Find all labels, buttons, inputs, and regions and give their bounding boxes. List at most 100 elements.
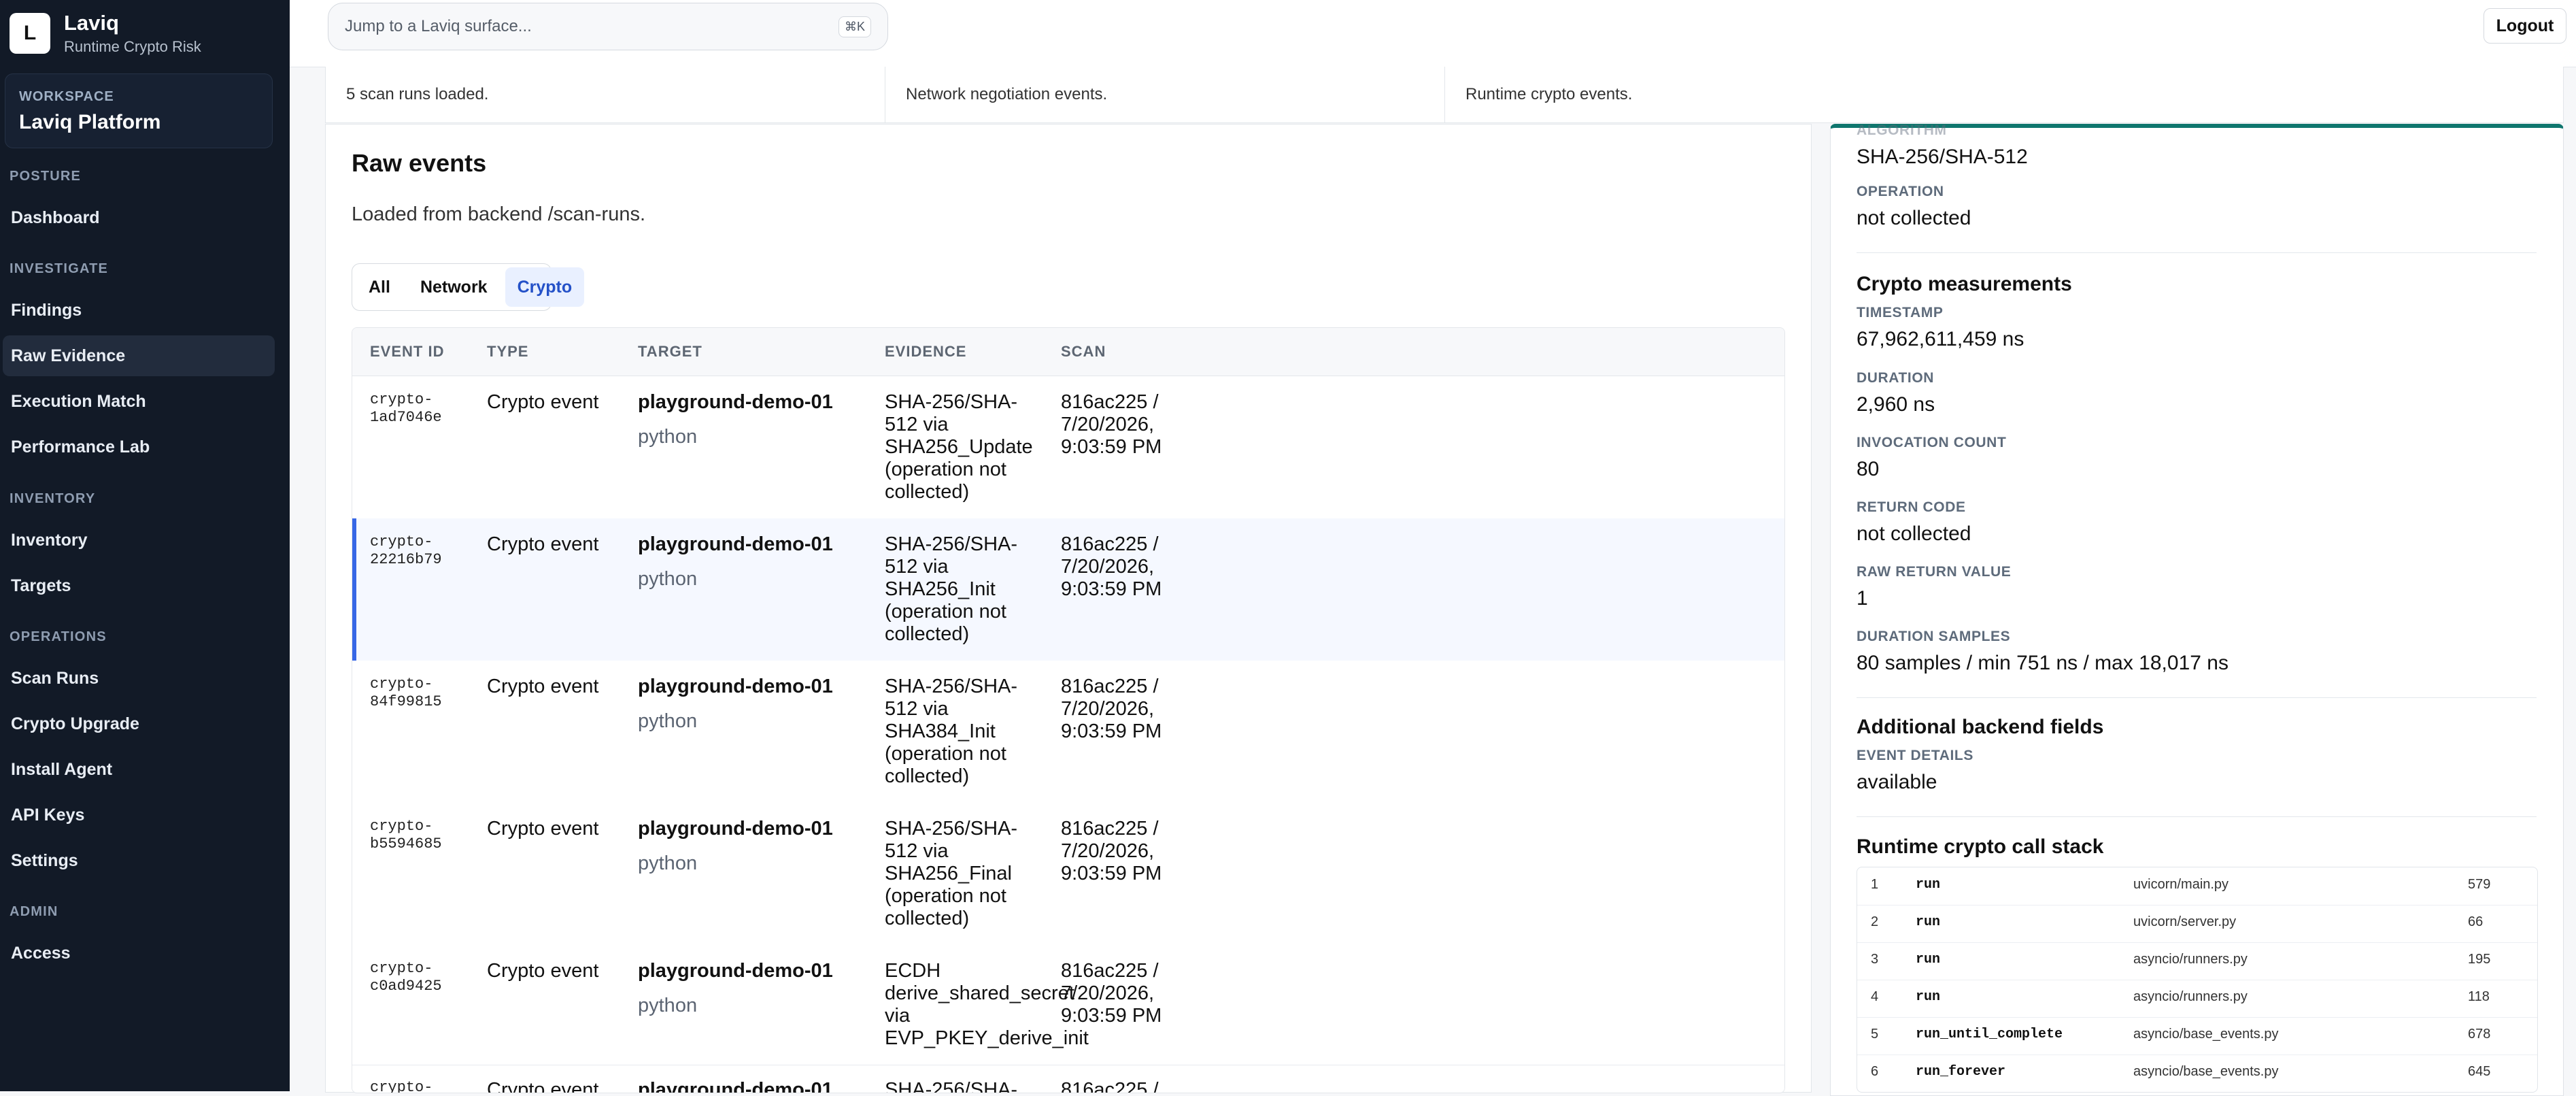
frame-index: 3 xyxy=(1871,952,1879,967)
event-type: Crypto event xyxy=(487,676,599,697)
stack-frame[interactable]: 6 run_forever asyncio/base_events.py 645 xyxy=(1857,1055,2537,1092)
sidebar-item-crypto-upgrade[interactable]: Crypto Upgrade xyxy=(3,703,275,744)
shortcut-badge: ⌘K xyxy=(838,16,871,37)
target-name: playground-demo-01 xyxy=(638,533,833,555)
table-row[interactable]: crypto- 22216b79 Crypto event playground… xyxy=(352,518,1784,661)
duration-samples-value: 80 samples / min 751 ns / max 18,017 ns xyxy=(1857,652,2228,674)
sidebar-item-install-agent[interactable]: Install Agent xyxy=(3,749,275,790)
call-stack-title: Runtime crypto call stack xyxy=(1857,835,2104,858)
duration-samples-label: DURATION SAMPLES xyxy=(1857,629,2011,644)
brand-subtitle: Runtime Crypto Risk xyxy=(64,38,201,55)
frame-function: run xyxy=(1916,914,1941,930)
search-placeholder: Jump to a Laviq surface... xyxy=(345,17,532,35)
col-type: TYPE xyxy=(487,343,529,360)
call-stack-table: 1 run uvicorn/main.py 579 2 run uvicorn/… xyxy=(1857,867,2538,1093)
app: L Laviq Runtime Crypto Risk WORKSPACE La… xyxy=(0,0,2576,1096)
table-row[interactable]: crypto- 1ad7046e Crypto event playground… xyxy=(352,376,1784,519)
event-type: Crypto event xyxy=(487,391,599,413)
table-row[interactable]: crypto- c0ad9425 Crypto event playground… xyxy=(352,945,1784,1065)
search-input[interactable]: Jump to a Laviq surface... ⌘K xyxy=(328,3,888,50)
frame-index: 2 xyxy=(1871,914,1879,929)
frame-line: 678 xyxy=(2468,1027,2491,1042)
sidebar-item-execution-match[interactable]: Execution Match xyxy=(3,381,275,422)
sidebar-item-api-keys[interactable]: API Keys xyxy=(3,795,275,835)
stats-strip: 5 scan runs loaded. Network negotiation … xyxy=(325,67,2564,123)
frame-function: run_until_complete xyxy=(1916,1027,2063,1042)
operation-field: OPERATION not collected xyxy=(1857,184,2537,230)
brand-text: Laviq Runtime Crypto Risk xyxy=(64,11,201,56)
event-evidence: SHA-256/SHA- 512 via SHA256_Final (opera… xyxy=(885,818,1018,929)
invocation-value: 80 xyxy=(1857,458,1880,480)
frame-line: 195 xyxy=(2468,952,2491,967)
stat-network-events: Network negotiation events. xyxy=(885,67,1444,122)
event-type: Crypto event xyxy=(487,960,599,982)
frame-index: 4 xyxy=(1871,989,1879,1004)
filter-crypto[interactable]: Crypto xyxy=(505,267,585,307)
frame-file: asyncio/base_events.py xyxy=(2133,1064,2279,1079)
event-scan: 816ac225 / 7/20/2026, 9:03:59 PM xyxy=(1061,818,1162,884)
event-scan: 816ac225 / 7/20/2026, 9:03:59 PM xyxy=(1061,676,1162,742)
operation-value: not collected xyxy=(1857,207,1971,229)
table-row[interactable]: crypto- 84f99815 Crypto event playground… xyxy=(352,661,1784,803)
sidebar-item-inventory[interactable]: Inventory xyxy=(3,520,275,561)
target-language: python xyxy=(638,710,698,732)
timestamp-label: TIMESTAMP xyxy=(1857,305,1944,320)
event-detail-panel: ALGORITHM SHA-256/SHA-512 OPERATION not … xyxy=(1830,122,2564,1096)
duration-samples-field: DURATION SAMPLES 80 samples / min 751 ns… xyxy=(1857,629,2537,675)
target-name: playground-demo-01 xyxy=(638,818,833,840)
sidebar-item-scan-runs[interactable]: Scan Runs xyxy=(3,658,275,699)
algorithm-field: ALGORITHM SHA-256/SHA-512 xyxy=(1857,122,2537,169)
algorithm-value: SHA-256/SHA-512 xyxy=(1857,146,2028,168)
sidebar-item-targets[interactable]: Targets xyxy=(3,565,275,606)
sidebar-item-access[interactable]: Access xyxy=(3,933,275,974)
frame-line: 645 xyxy=(2468,1064,2491,1079)
event-id: crypto- 1ad7046e xyxy=(370,391,442,426)
frame-file: asyncio/runners.py xyxy=(2133,952,2248,967)
event-target: playground-demo-01 python xyxy=(638,818,855,875)
col-target: TARGET xyxy=(638,343,702,360)
raw-return-field: RAW RETURN VALUE 1 xyxy=(1857,564,2537,610)
event-details-label: EVENT DETAILS xyxy=(1857,748,1973,763)
event-target: playground-demo-01 python xyxy=(638,960,855,1017)
stack-frame[interactable]: 2 run uvicorn/server.py 66 xyxy=(1857,905,2537,943)
logout-button[interactable]: Logout xyxy=(2484,8,2566,44)
return-code-field: RETURN CODE not collected xyxy=(1857,499,2537,546)
nav-section-inventory: INVENTORY xyxy=(10,491,96,506)
detail-divider xyxy=(1857,697,2537,698)
table-header: EVENT ID TYPE TARGET EVIDENCE SCAN xyxy=(352,328,1784,376)
event-evidence: ECDH derive_shared_secret via EVP_PKEY_d… xyxy=(885,960,1089,1049)
stack-frame[interactable]: 4 run asyncio/runners.py 118 xyxy=(1857,980,2537,1018)
table-row[interactable]: crypto- b5594685 Crypto event playground… xyxy=(352,803,1784,946)
stack-frame[interactable]: 3 run asyncio/runners.py 195 xyxy=(1857,942,2537,980)
brand-name: Laviq xyxy=(64,11,119,35)
detail-divider xyxy=(1857,816,2537,817)
filter-all[interactable]: All xyxy=(356,267,403,307)
event-id: crypto- b5594685 xyxy=(370,818,442,852)
sidebar-item-dashboard[interactable]: Dashboard xyxy=(3,197,275,238)
target-language: python xyxy=(638,426,698,448)
frame-file: asyncio/runners.py xyxy=(2133,989,2248,1004)
event-scan: 816ac225 / 7/20/2026, 9:03:59 PM xyxy=(1061,533,1162,600)
sidebar-item-performance-lab[interactable]: Performance Lab xyxy=(3,427,275,467)
stack-frame[interactable]: 5 run_until_complete asyncio/base_events… xyxy=(1857,1017,2537,1055)
event-details-field: EVENT DETAILS available xyxy=(1857,748,2537,794)
workspace-switcher[interactable]: WORKSPACE Laviq Platform xyxy=(5,73,273,148)
col-scan: SCAN xyxy=(1061,343,1106,360)
timestamp-field: TIMESTAMP 67,962,611,459 ns xyxy=(1857,305,2537,351)
event-evidence: SHA-256/SHA- 512 via SHA256_Init (operat… xyxy=(885,533,1018,645)
filter-network[interactable]: Network xyxy=(408,267,500,307)
event-target: playground-demo-01 python xyxy=(638,533,855,591)
target-language: python xyxy=(638,852,698,874)
stack-frame[interactable]: 1 run uvicorn/main.py 579 xyxy=(1857,867,2537,906)
sidebar-item-findings[interactable]: Findings xyxy=(3,290,275,331)
frame-function: run xyxy=(1916,877,1941,893)
additional-fields-title: Additional backend fields xyxy=(1857,716,2104,738)
page-title: Raw events xyxy=(352,149,487,177)
sidebar-item-settings[interactable]: Settings xyxy=(3,840,275,881)
sidebar-item-raw-evidence[interactable]: Raw Evidence xyxy=(3,335,275,376)
duration-field: DURATION 2,960 ns xyxy=(1857,370,2537,416)
target-language: python xyxy=(638,995,698,1016)
invocation-field: INVOCATION COUNT 80 xyxy=(1857,435,2537,481)
event-evidence: SHA-256/SHA- 512 via SHA256_Update (oper… xyxy=(885,391,1033,503)
table-row[interactable]: crypto- Crypto event playground-demo-01 … xyxy=(352,1065,1784,1093)
